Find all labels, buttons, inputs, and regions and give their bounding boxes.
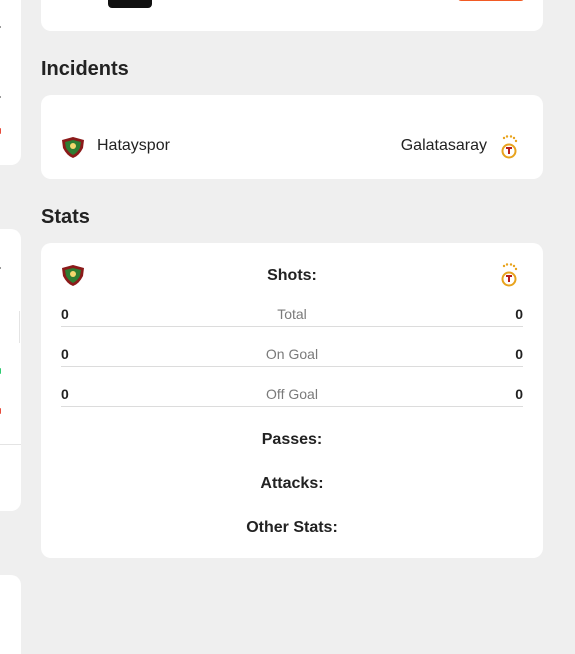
incidents-heading: Incidents (41, 58, 129, 80)
stat-row-on-goal: 0 On Goal 0 (61, 326, 523, 367)
match-page: Incidents Hatayspor Galatasaray Stats Sh… (0, 0, 575, 654)
side-marker (0, 267, 1, 269)
side-divider (0, 444, 21, 445)
home-team-name[interactable]: Hatayspor (97, 137, 170, 155)
shots-heading: Shots: (267, 267, 317, 284)
side-indicator (0, 128, 1, 134)
side-card[interactable] (0, 229, 21, 511)
away-value: 0 (515, 386, 523, 402)
stats-heading: Stats (41, 206, 90, 228)
side-card[interactable] (0, 575, 21, 654)
side-divider (19, 311, 20, 343)
away-value: 0 (515, 306, 523, 322)
stat-label: Total (277, 306, 307, 322)
stats-card: Shots: 0 Total 0 0 On Goal 0 0 Off Goal … (41, 243, 543, 558)
away-team-name[interactable]: Galatasaray (401, 137, 487, 155)
stat-row-total: 0 Total 0 (61, 286, 523, 327)
hatayspor-crest-icon (62, 137, 84, 158)
side-marker (0, 26, 1, 28)
side-card (0, 0, 21, 165)
stat-label: Off Goal (266, 386, 318, 402)
stat-label: On Goal (265, 346, 319, 362)
attacks-heading[interactable]: Attacks: (41, 475, 543, 493)
side-marker (0, 96, 1, 98)
galatasaray-crest-icon (501, 135, 518, 159)
stat-row-off-goal: 0 Off Goal 0 (61, 366, 523, 407)
active-tab-indicator[interactable] (458, 0, 524, 1)
match-header-card (41, 0, 543, 31)
incidents-card: Hatayspor Galatasaray (41, 95, 543, 179)
score-box (108, 0, 152, 8)
away-value: 0 (515, 346, 523, 362)
other-stats-heading[interactable]: Other Stats: (41, 519, 543, 537)
side-indicator (0, 408, 1, 414)
side-indicator (0, 368, 1, 374)
passes-heading[interactable]: Passes: (41, 431, 543, 449)
